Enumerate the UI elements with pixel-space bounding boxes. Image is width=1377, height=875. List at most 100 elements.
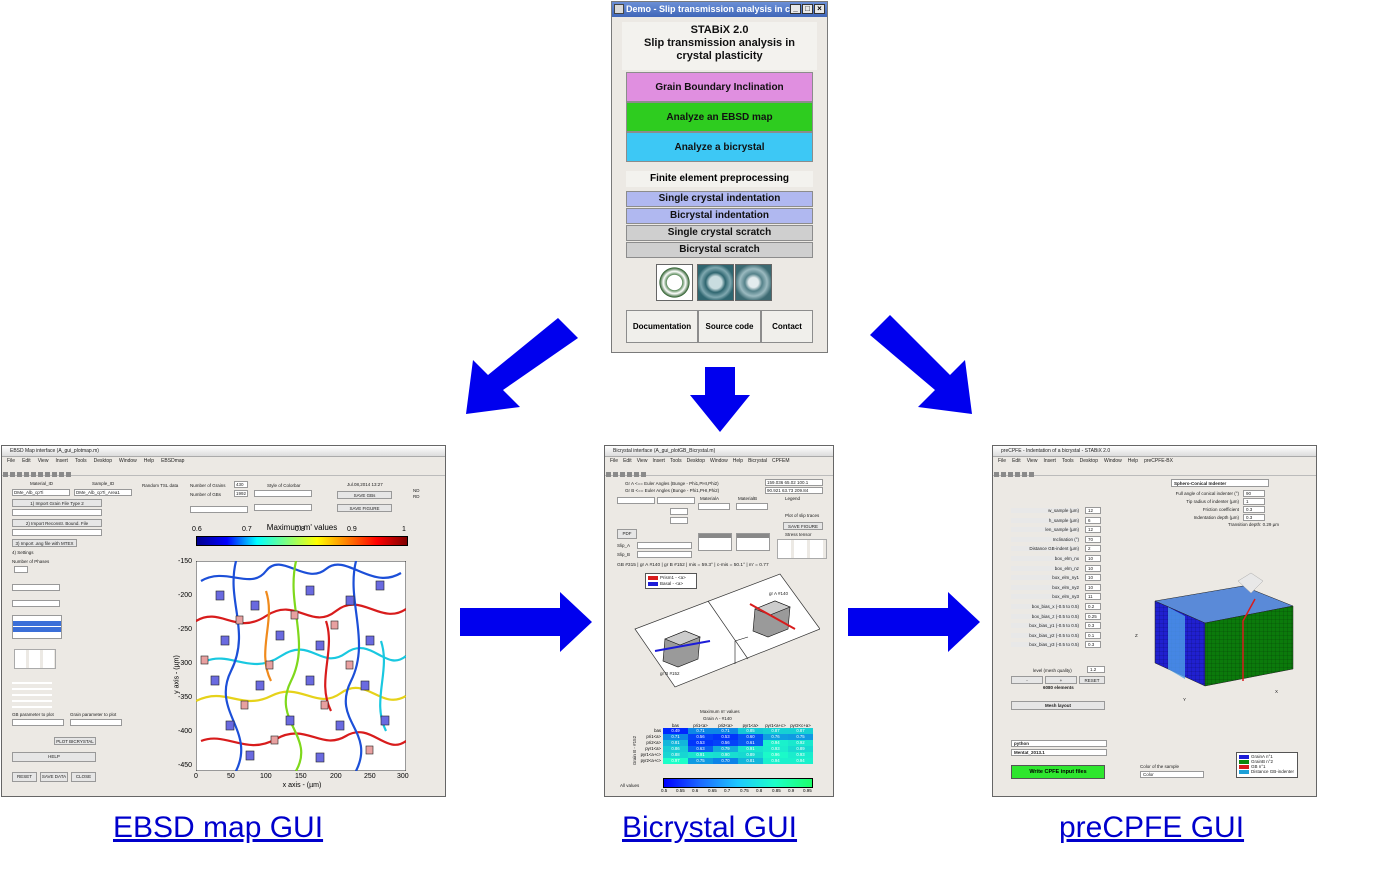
ebsd-close-button[interactable]: CLOSE (71, 772, 96, 782)
bx-menu-file[interactable]: File (610, 457, 618, 466)
matrix-cell[interactable]: 0.81 (738, 758, 763, 764)
bx-new-icon[interactable] (606, 472, 611, 477)
import-grain-button[interactable]: 1) Import Grain File Type 2 (12, 499, 102, 507)
slip-a-listbox[interactable] (698, 533, 732, 551)
grain-file-field[interactable] (12, 509, 102, 516)
matrix-cell[interactable]: 0.97 (663, 758, 688, 764)
mesh-param-field[interactable]: 11 (1085, 593, 1101, 601)
ebsd-map-button[interactable]: Analyze an EBSD map (626, 102, 813, 132)
colorbar-location-select[interactable] (254, 504, 312, 511)
display-checkboxes[interactable] (12, 679, 52, 711)
zoom-out-icon[interactable] (45, 472, 50, 477)
mesh-3d-plot[interactable] (1143, 571, 1317, 711)
ebsd-help-button[interactable]: HELP (12, 752, 96, 762)
slip-b-field[interactable] (637, 551, 692, 558)
pc-menu-insert[interactable]: Insert (1043, 457, 1056, 466)
mesh-param-field[interactable]: 12 (1085, 507, 1101, 514)
ebsd-menu-file[interactable]: File (7, 457, 15, 466)
bicrystal-scratch-button[interactable]: Bicrystal scratch (626, 242, 813, 258)
ebsd-menu-edit[interactable]: Edit (22, 457, 31, 466)
gb-trace-field[interactable] (670, 517, 688, 524)
import-recon-button[interactable]: 2) Import Reconstr. Bound. File (12, 519, 102, 527)
mesh-param-field[interactable]: 0.3 (1085, 622, 1101, 630)
bx-save-icon[interactable] (620, 472, 625, 477)
grain-param-select[interactable] (70, 719, 122, 726)
ebsd-menu-desktop[interactable]: Desktop (94, 457, 112, 466)
zoom-in-icon[interactable] (38, 472, 43, 477)
write-cpfe-button[interactable]: Write CPFE input files (1011, 765, 1105, 779)
contact-button[interactable]: Contact (761, 310, 813, 343)
color-select[interactable]: Color (1140, 771, 1204, 778)
ebsd-caption-link[interactable]: EBSD map GUI (113, 811, 323, 845)
pc-rotate-icon[interactable] (1029, 472, 1034, 477)
slips-listbox[interactable] (12, 615, 62, 639)
pc-save-icon[interactable] (1008, 472, 1013, 477)
precpfe-caption-link[interactable]: preCPFE GUI (1059, 811, 1244, 845)
level-increase-button[interactable]: + (1045, 676, 1077, 684)
bx-menu-tools[interactable]: Tools (670, 457, 682, 466)
pc-menu-precpfe[interactable]: preCPFE-BX (1144, 457, 1173, 466)
bx-menu-window[interactable]: Window (710, 457, 728, 466)
bx-rotate-icon[interactable] (641, 472, 646, 477)
mesh-layout-button[interactable]: Mesh layout (1011, 701, 1105, 710)
minimize-button[interactable]: _ (790, 4, 801, 14)
save-gbs-button[interactable]: SAVE GBs (337, 491, 392, 499)
mesh-param-field[interactable]: 10 (1085, 555, 1101, 562)
mesh-param-field[interactable]: 0.3 (1085, 641, 1101, 649)
pc-new-icon[interactable] (994, 472, 999, 477)
matrix-cell[interactable]: 0.75 (688, 758, 713, 764)
import-ang-button[interactable]: 3) Import .ang file with MTEX (12, 539, 77, 547)
bx-stress-grid[interactable] (777, 539, 827, 559)
bx-open-icon[interactable] (613, 472, 618, 477)
datacursor-icon[interactable] (66, 472, 71, 477)
save-icon[interactable] (17, 472, 22, 477)
sample-id-select[interactable]: DMe_Alb_cpTi_Area1 (74, 489, 132, 496)
pan-icon[interactable] (52, 472, 57, 477)
ebsd-save-data-button[interactable]: SAVE DATA (40, 772, 68, 782)
pc-menu-help[interactable]: Help (1128, 457, 1138, 466)
indenter-param-field[interactable]: 1 (1243, 498, 1265, 505)
mesh-param-field[interactable]: 12 (1085, 526, 1101, 534)
mesh-param-field[interactable]: 2 (1085, 545, 1101, 553)
indenter-param-field[interactable]: 0.3 (1243, 506, 1265, 513)
num-phases-field[interactable] (14, 566, 28, 573)
matrix-cell[interactable]: 0.70 (713, 758, 738, 764)
bx-zoom-icon[interactable] (627, 472, 632, 477)
ebsd-menu-view[interactable]: View (38, 457, 49, 466)
gb-inclination-button[interactable]: Grain Boundary Inclination (626, 72, 813, 102)
pc-menu-tools[interactable]: Tools (1062, 457, 1074, 466)
pc-menu-desktop[interactable]: Desktop (1080, 457, 1098, 466)
euler-b-field[interactable]: 90.921 63.73 209.84 (765, 487, 823, 494)
pc-zoom-icon[interactable] (1015, 472, 1020, 477)
stress-tensor-grid[interactable] (14, 649, 56, 669)
pc-menu-edit[interactable]: Edit (1012, 457, 1021, 466)
ebsd-menu-insert[interactable]: Insert (55, 457, 68, 466)
ebsd-menu-window[interactable]: Window (119, 457, 137, 466)
grain-select[interactable] (657, 497, 695, 504)
matrix-cell[interactable]: 0.94 (788, 758, 813, 764)
euler-a-field[interactable]: 159.036 65.02 100.1 (765, 479, 823, 486)
mesh-param-field[interactable]: 0.2 (1085, 603, 1101, 610)
material-a-select[interactable] (698, 503, 730, 510)
indenter-select[interactable]: Sphero-Conical Indenter (1171, 479, 1269, 487)
mesh-param-field[interactable]: 10 (1085, 574, 1101, 582)
source-code-button[interactable]: Source code (698, 310, 761, 343)
plot-type-select[interactable] (617, 497, 655, 504)
pc-menu-view[interactable]: View (1027, 457, 1038, 466)
matrix-cell[interactable]: 0.94 (763, 758, 788, 764)
pc-menu-file[interactable]: File (998, 457, 1006, 466)
indenter-param-field[interactable]: 0.3 (1243, 514, 1265, 521)
ebsd-map-plot[interactable] (196, 561, 406, 771)
material-select[interactable] (12, 584, 60, 591)
ebsd-menu-tools[interactable]: Tools (75, 457, 87, 466)
slip-a-field[interactable] (637, 542, 692, 549)
level-field[interactable]: 1.2 (1087, 666, 1105, 673)
bx-menu-desktop[interactable]: Desktop (687, 457, 705, 466)
bx-menu-help[interactable]: Help (733, 457, 743, 466)
recon-file-field[interactable] (12, 529, 102, 536)
bx-pan-icon[interactable] (634, 472, 639, 477)
bx-save-figure-button[interactable]: SAVE FIGURE (783, 522, 823, 530)
all-values-checkbox[interactable]: All values (620, 783, 639, 788)
mesh-param-field[interactable]: 70 (1085, 535, 1101, 543)
smoothing-slider[interactable] (190, 506, 248, 513)
